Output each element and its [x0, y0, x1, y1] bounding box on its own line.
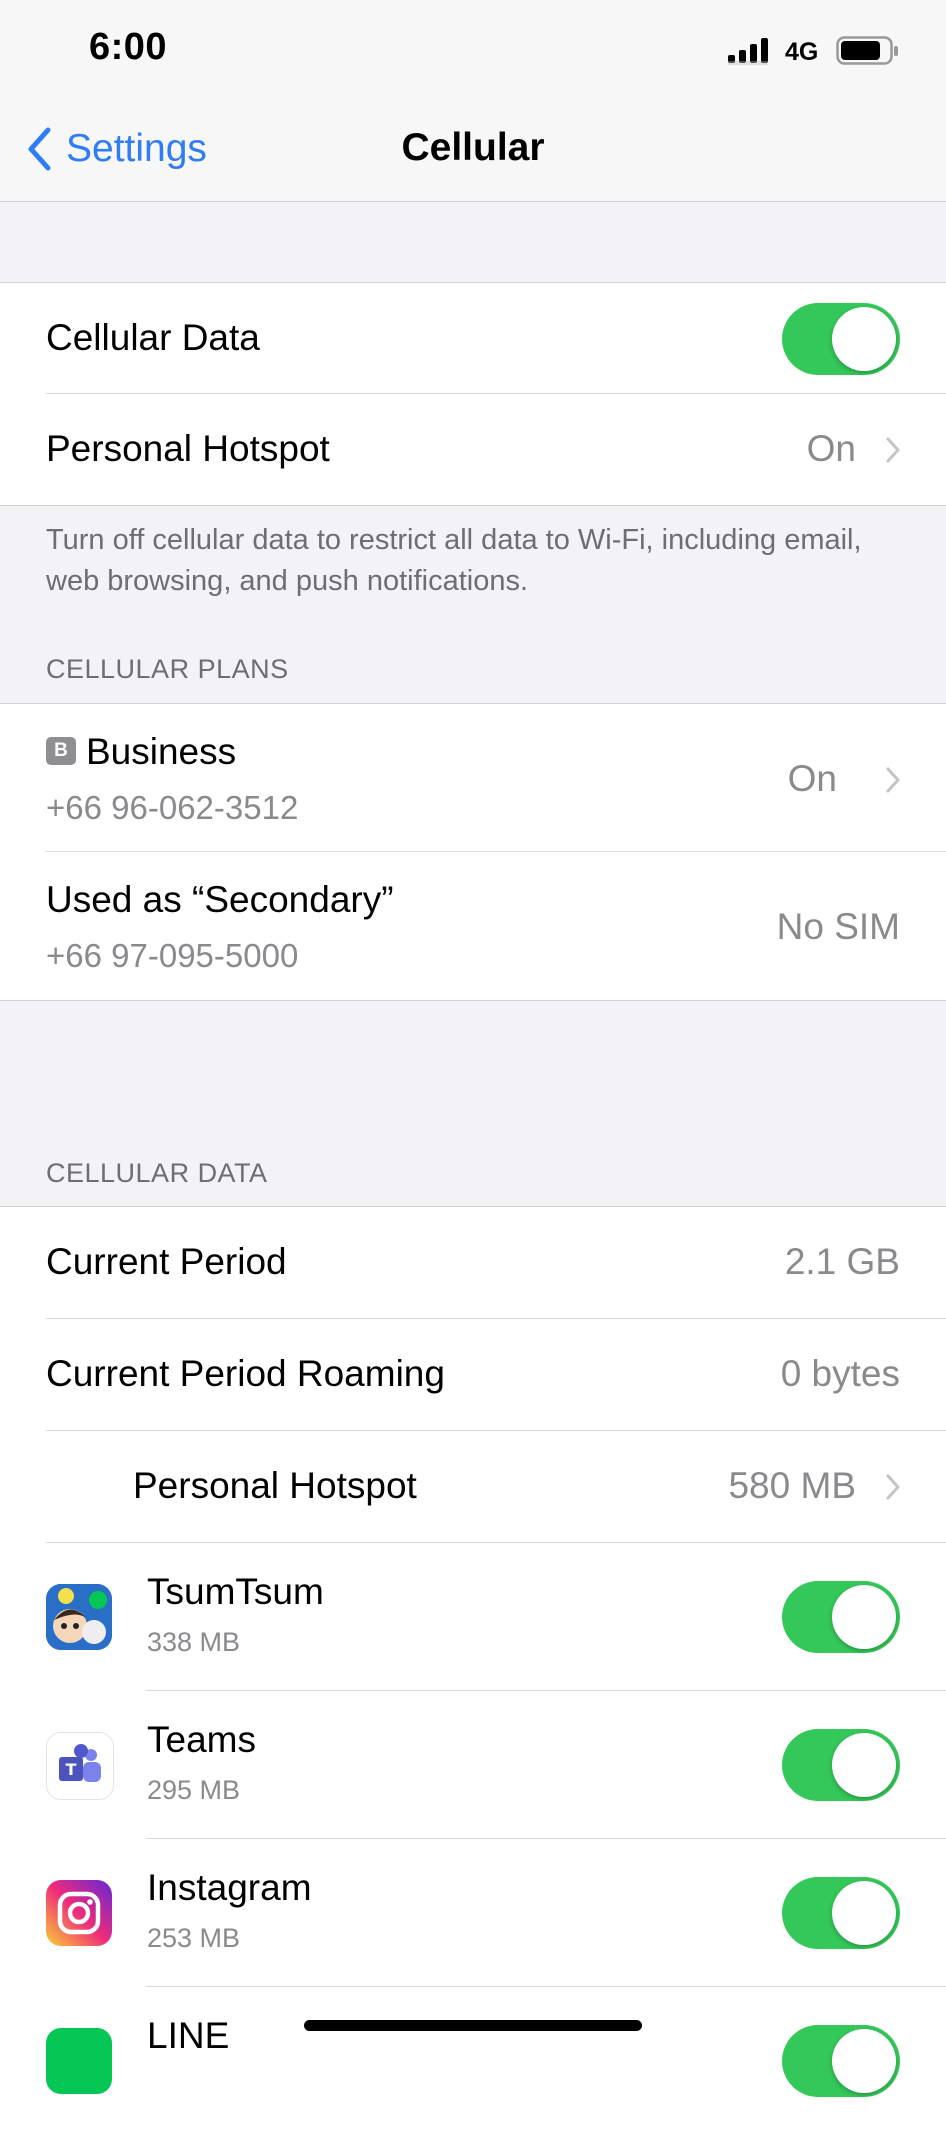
cellular-usage-group: Current Period 2.1 GB Current Period Roa…: [0, 1206, 946, 2135]
svg-text:T: T: [66, 1760, 77, 1779]
cellular-data-toggle[interactable]: [782, 303, 900, 375]
chevron-right-icon: [886, 437, 900, 463]
plan-secondary-label: Used as “Secondary”: [46, 879, 394, 920]
personal-hotspot-label: Personal Hotspot: [46, 428, 330, 469]
teams-icon: T: [46, 1732, 114, 1800]
cellular-data-footer: Turn off cellular data to restrict all d…: [46, 524, 862, 597]
app-usage: 253 MB: [147, 1923, 241, 1953]
current-period-label: Current Period: [46, 1241, 287, 1282]
network-type: 4G: [785, 38, 819, 66]
current-period-value: 2.1 GB: [784, 1241, 900, 1282]
instagram-toggle[interactable]: [782, 1877, 900, 1949]
plan-business-value: On: [787, 758, 837, 799]
app-usage: 338 MB: [147, 1627, 241, 1657]
hotspot-usage-row[interactable]: Personal Hotspot 580 MB: [0, 1431, 946, 1543]
app-row-line: LINE: [0, 1987, 946, 2135]
home-indicator[interactable]: [304, 2020, 642, 2031]
plan-business-row[interactable]: B Business +66 96-062-3512 On: [0, 704, 946, 852]
plan-business-label: Business: [86, 731, 237, 772]
cellular-plans-header: CELLULAR PLANS: [46, 654, 289, 684]
chevron-right-icon: [886, 1474, 900, 1500]
plan-business-number: +66 96-062-3512: [46, 789, 299, 826]
plan-badge: B: [46, 737, 76, 765]
hotspot-usage-value: 580 MB: [728, 1465, 856, 1506]
tsumtsum-toggle[interactable]: [782, 1581, 900, 1653]
current-period-row: Current Period 2.1 GB: [0, 1207, 946, 1319]
chevron-right-icon: [886, 767, 900, 793]
cellular-data-label: Cellular Data: [46, 317, 260, 358]
app-name: Instagram: [147, 1867, 312, 1908]
current-roaming-label: Current Period Roaming: [46, 1353, 445, 1394]
tsumtsum-icon: [46, 1584, 112, 1650]
app-row-instagram: Instagram 253 MB: [0, 1839, 946, 1987]
app-row-tsumtsum: TsumTsum 338 MB: [0, 1543, 946, 1691]
cellular-plans-group: B Business +66 96-062-3512 On Used as “S…: [0, 703, 946, 1001]
personal-hotspot-value: On: [806, 428, 856, 469]
plan-secondary-row[interactable]: Used as “Secondary” +66 97-095-5000 No S…: [0, 852, 946, 1000]
signal-icon: [728, 38, 768, 65]
app-usage: 295 MB: [147, 1775, 241, 1805]
cellular-settings-group: Cellular Data Personal Hotspot On: [0, 282, 946, 506]
app-name: LINE: [147, 2015, 230, 2056]
page-title: Cellular: [401, 126, 545, 169]
current-roaming-value: 0 bytes: [780, 1353, 900, 1394]
cellular-data-header: CELLULAR DATA: [46, 1158, 268, 1188]
status-bar: 6:00 4G: [0, 0, 946, 96]
plan-secondary-number: +66 97-095-5000: [46, 937, 299, 974]
status-time: 6:00: [89, 26, 168, 68]
line-icon: [46, 2028, 112, 2094]
personal-hotspot-row[interactable]: Personal Hotspot On: [0, 394, 946, 505]
app-name: TsumTsum: [147, 1571, 324, 1612]
instagram-icon: [46, 1880, 112, 1946]
app-row-teams: T Teams 295 MB: [0, 1691, 946, 1839]
battery-icon: [836, 36, 898, 65]
current-roaming-row: Current Period Roaming 0 bytes: [0, 1319, 946, 1431]
teams-toggle[interactable]: [782, 1729, 900, 1801]
line-toggle[interactable]: [782, 2025, 900, 2097]
hotspot-usage-label: Personal Hotspot: [133, 1465, 417, 1506]
plan-secondary-value: No SIM: [776, 906, 900, 947]
cellular-data-row: Cellular Data: [0, 283, 946, 394]
app-name: Teams: [147, 1719, 256, 1760]
